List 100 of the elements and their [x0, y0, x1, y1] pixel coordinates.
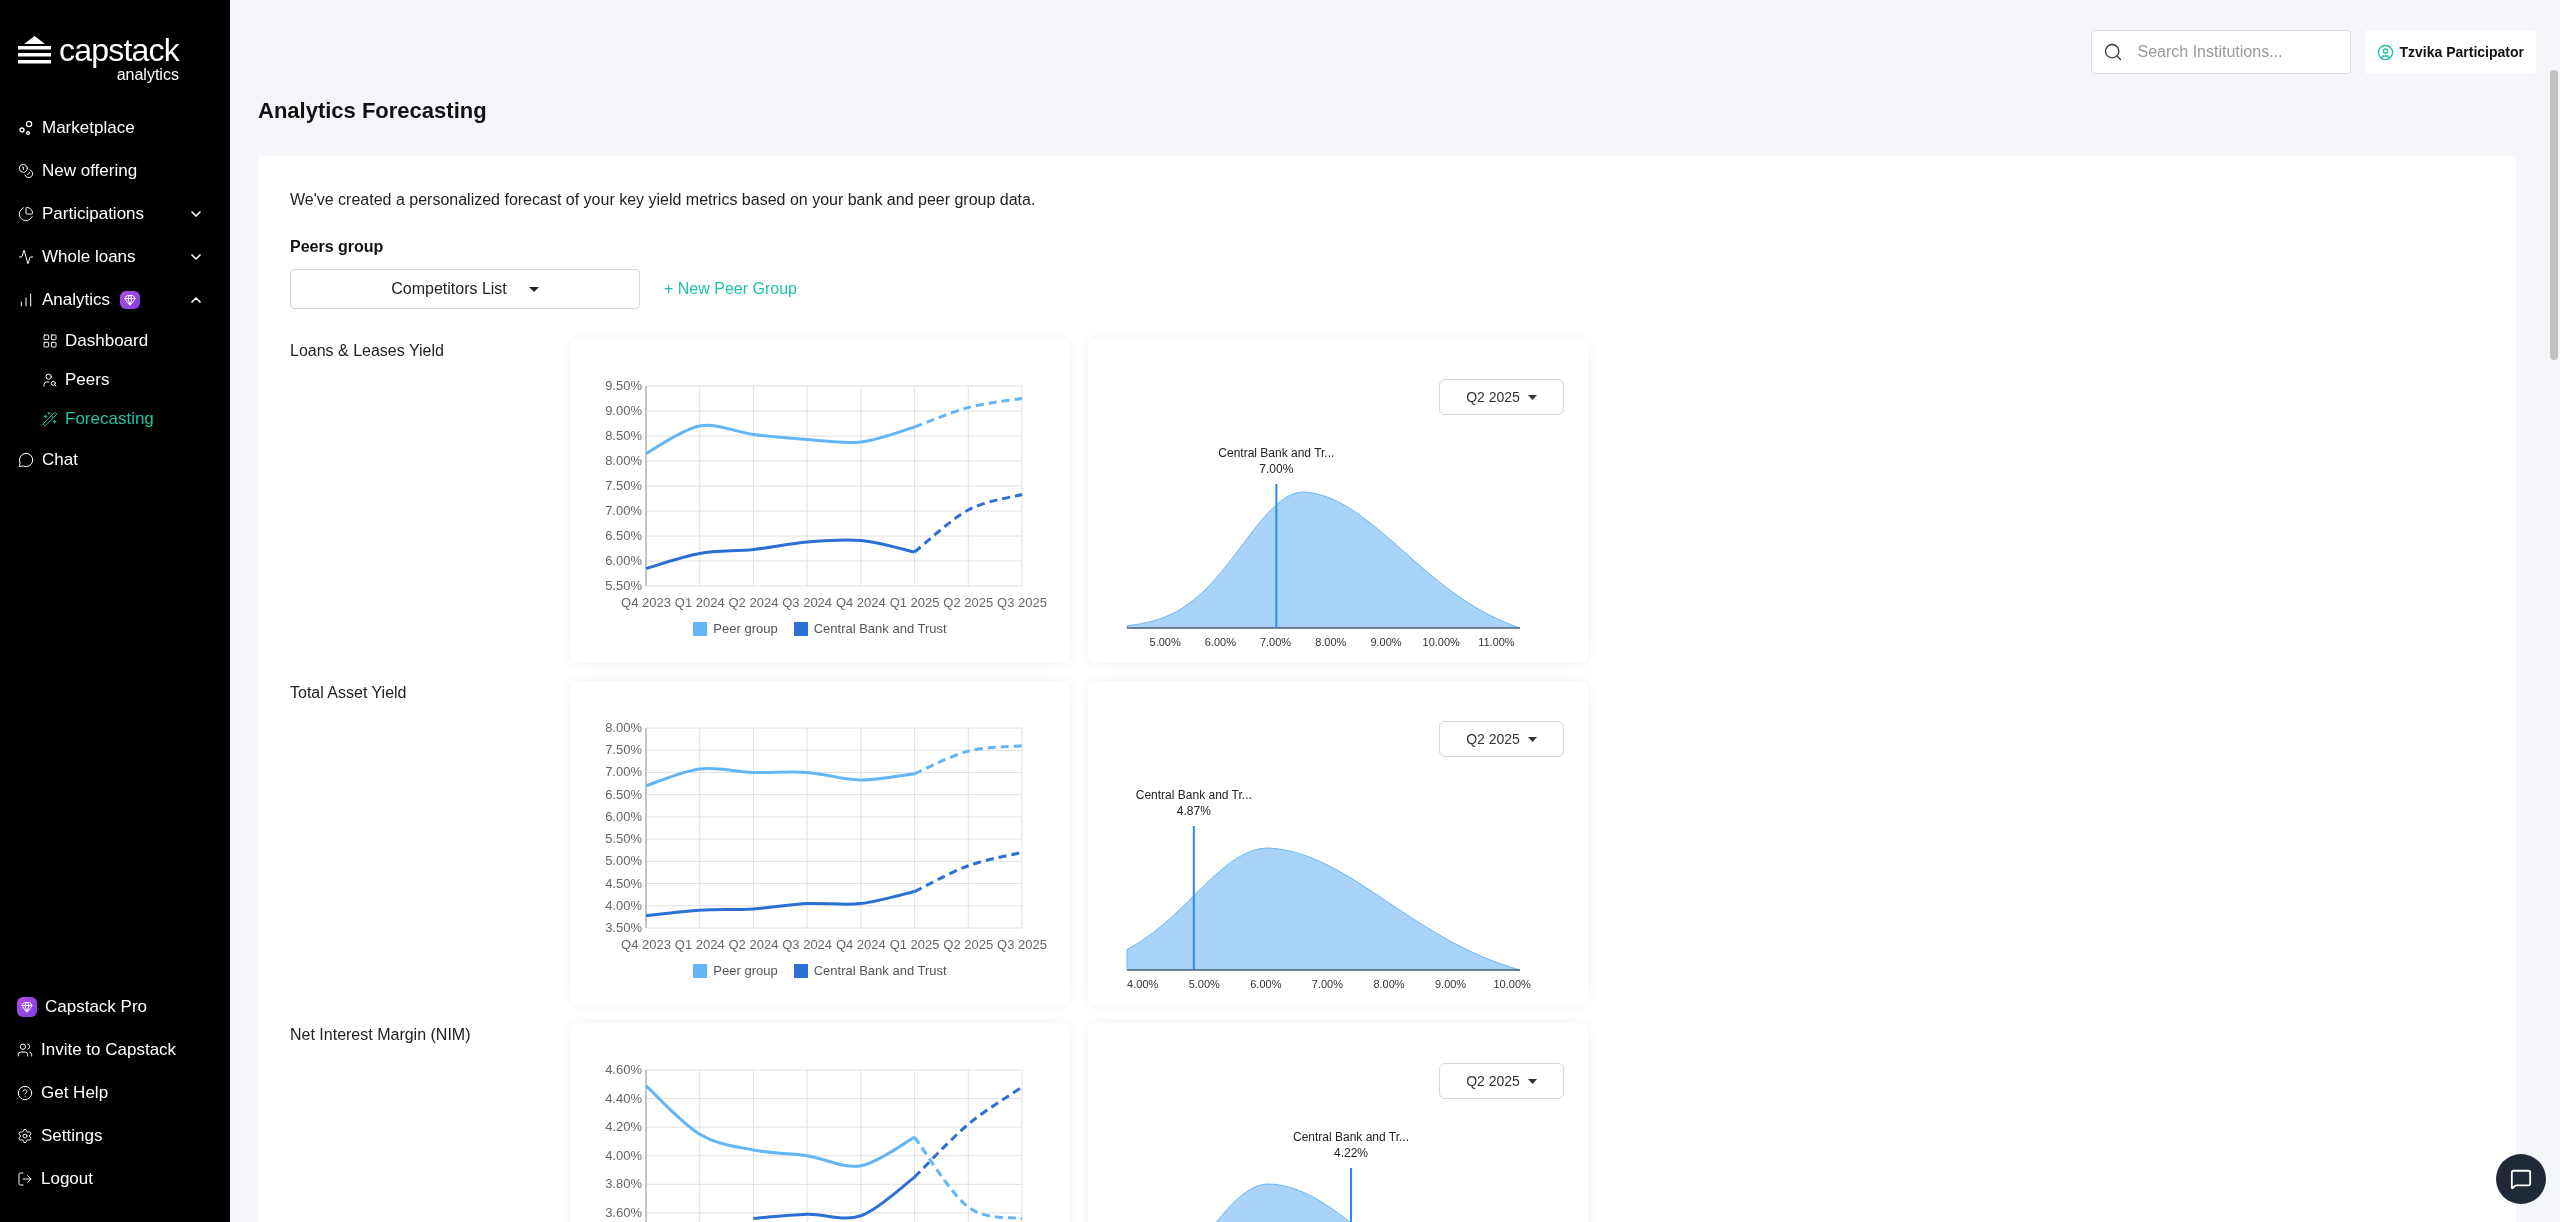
x-tick-label: 10.00%	[1422, 636, 1460, 648]
x-tick-label: 4.00%	[1127, 978, 1159, 990]
x-tick-label: Q1 2024	[674, 937, 725, 952]
y-tick-label: 9.00%	[605, 403, 642, 418]
legend-label: Central Bank and Trust	[813, 620, 947, 638]
intro-text: We've created a personalized forecast of your key yield metrics based on your bank and peer group data.	[290, 190, 1037, 210]
y-tick-label: 3.80%	[605, 1176, 642, 1192]
y-tick-label: 6.50%	[605, 786, 642, 802]
x-tick-label: Q2 2025	[943, 937, 994, 952]
period-dropdown[interactable]: Q2 2025	[1439, 1063, 1564, 1099]
settings-icon	[17, 1127, 33, 1144]
marker-line	[1350, 1167, 1352, 1222]
pie-chart-icon	[18, 205, 34, 222]
x-tick-label: Q3 2024	[782, 937, 833, 952]
x-tick-label: 8.00%	[1373, 978, 1405, 990]
coins-icon	[18, 162, 34, 179]
y-tick-label: 6.50%	[605, 528, 642, 543]
sidebar-item[interactable]: Capstack Pro	[0, 985, 230, 1028]
sidebar-item[interactable]: Chat	[0, 438, 230, 481]
y-tick-label: 4.60%	[605, 1062, 642, 1077]
x-tick-label: 9.00%	[1434, 978, 1467, 990]
x-tick-label: 7.00%	[1311, 978, 1344, 990]
caret-down-icon	[1527, 394, 1537, 400]
x-tick-label: 8.00%	[1315, 636, 1347, 648]
x-tick-label: Q4 2024	[835, 937, 886, 952]
x-tick-label: 6.00%	[1204, 636, 1236, 648]
y-tick-label: 6.00%	[605, 808, 642, 824]
peers-group-dropdown[interactable]: Competitors List	[290, 269, 640, 309]
y-tick-label: 9.50%	[605, 378, 642, 393]
user-menu-button[interactable]: Tzvika Participator	[2364, 30, 2536, 74]
caret-down-icon	[1527, 1078, 1537, 1084]
sidebar-item[interactable]: Logout	[0, 1157, 230, 1200]
bar-chart-icon	[18, 291, 34, 308]
search-icon	[2102, 42, 2123, 62]
y-tick-label: 5.50%	[605, 831, 642, 847]
x-tick-label: Q4 2023	[621, 595, 671, 610]
metric-title: Net Interest Margin (NIM)	[290, 1025, 472, 1045]
y-tick-label: 8.00%	[605, 720, 642, 735]
y-tick-label: 7.50%	[605, 742, 642, 758]
logo-tagline: analytics	[116, 66, 179, 84]
y-tick-label: 4.00%	[605, 897, 642, 913]
y-tick-label: 3.50%	[605, 920, 642, 935]
y-tick-label: 4.50%	[605, 875, 642, 891]
sidebar-subitem[interactable]: Dashboard	[0, 321, 230, 360]
caret-down-icon	[1527, 736, 1537, 742]
gem-badge-icon	[17, 996, 37, 1017]
marker-value: 4.87%	[1176, 804, 1211, 818]
search-field[interactable]: Search Institutions...	[2090, 30, 2351, 74]
page-title: Analytics Forecasting	[258, 97, 488, 125]
x-tick-label: Q4 2024	[835, 595, 886, 610]
legend-label: Peer group	[713, 620, 778, 638]
sidebar-subitem[interactable]: Forecasting	[0, 399, 230, 438]
sidebar-item[interactable]: Analytics	[0, 278, 230, 321]
sidebar-item[interactable]: Settings	[0, 1114, 230, 1157]
period-dropdown[interactable]: Q2 2025	[1439, 721, 1564, 757]
x-tick-label: 5.00%	[1149, 636, 1181, 648]
sidebar-item[interactable]: Marketplace	[0, 106, 230, 149]
circles-icon	[18, 119, 34, 136]
x-tick-label: 11.00%	[1478, 636, 1515, 648]
scrollbar[interactable]	[2550, 70, 2558, 360]
sidebar-subitem[interactable]: Peers	[0, 360, 230, 399]
x-tick-label: 9.00%	[1370, 636, 1402, 648]
legend-label: Central Bank and Trust	[813, 962, 947, 980]
y-tick-label: 6.00%	[605, 553, 642, 568]
logo-icon	[18, 36, 51, 66]
x-tick-label: 7.00%	[1259, 636, 1292, 648]
sidebar-item[interactable]: Whole loans	[0, 235, 230, 278]
x-tick-label: Q3 2024	[782, 595, 833, 610]
x-tick-label: Q3 2025	[997, 937, 1047, 952]
pulse-icon	[18, 248, 34, 265]
grid-icon	[42, 332, 58, 349]
sidebar-item[interactable]: New offering	[0, 149, 230, 192]
y-tick-label: 4.20%	[605, 1119, 642, 1135]
x-tick-label: 6.00%	[1250, 978, 1282, 990]
x-tick-label: Q1 2024	[674, 595, 725, 610]
sidebar-item[interactable]: Get Help	[0, 1071, 230, 1114]
metric-title: Loans & Leases Yield	[290, 341, 445, 361]
period-dropdown[interactable]: Q2 2025	[1439, 379, 1564, 415]
help-icon	[17, 1084, 33, 1101]
x-tick-label: Q1 2025	[889, 937, 940, 952]
chat-launcher-button[interactable]	[2496, 1154, 2546, 1204]
user-search-icon	[42, 371, 58, 388]
y-tick-label: 4.00%	[605, 1147, 642, 1163]
logo-name: capstack	[59, 34, 179, 66]
chat-bubble-icon	[18, 451, 34, 468]
logout-icon	[17, 1170, 33, 1187]
user-circle-icon	[2376, 43, 2394, 61]
x-tick-label: 5.00%	[1188, 978, 1220, 990]
sidebar-item[interactable]: Invite to Capstack	[0, 1028, 230, 1071]
y-tick-label: 7.50%	[605, 478, 642, 493]
marker-value: 4.22%	[1334, 1146, 1369, 1160]
x-tick-label: Q2 2025	[943, 595, 994, 610]
x-tick-label: 10.00%	[1493, 978, 1531, 990]
y-tick-label: 8.50%	[605, 428, 642, 443]
x-tick-label: Q1 2025	[889, 595, 940, 610]
sidebar-item[interactable]: Participations	[0, 192, 230, 235]
marker-value: 7.00%	[1259, 462, 1294, 476]
peers-group-label: Peers group	[290, 237, 385, 257]
x-tick-label: Q2 2024	[728, 595, 779, 610]
y-tick-label: 5.00%	[605, 853, 642, 869]
